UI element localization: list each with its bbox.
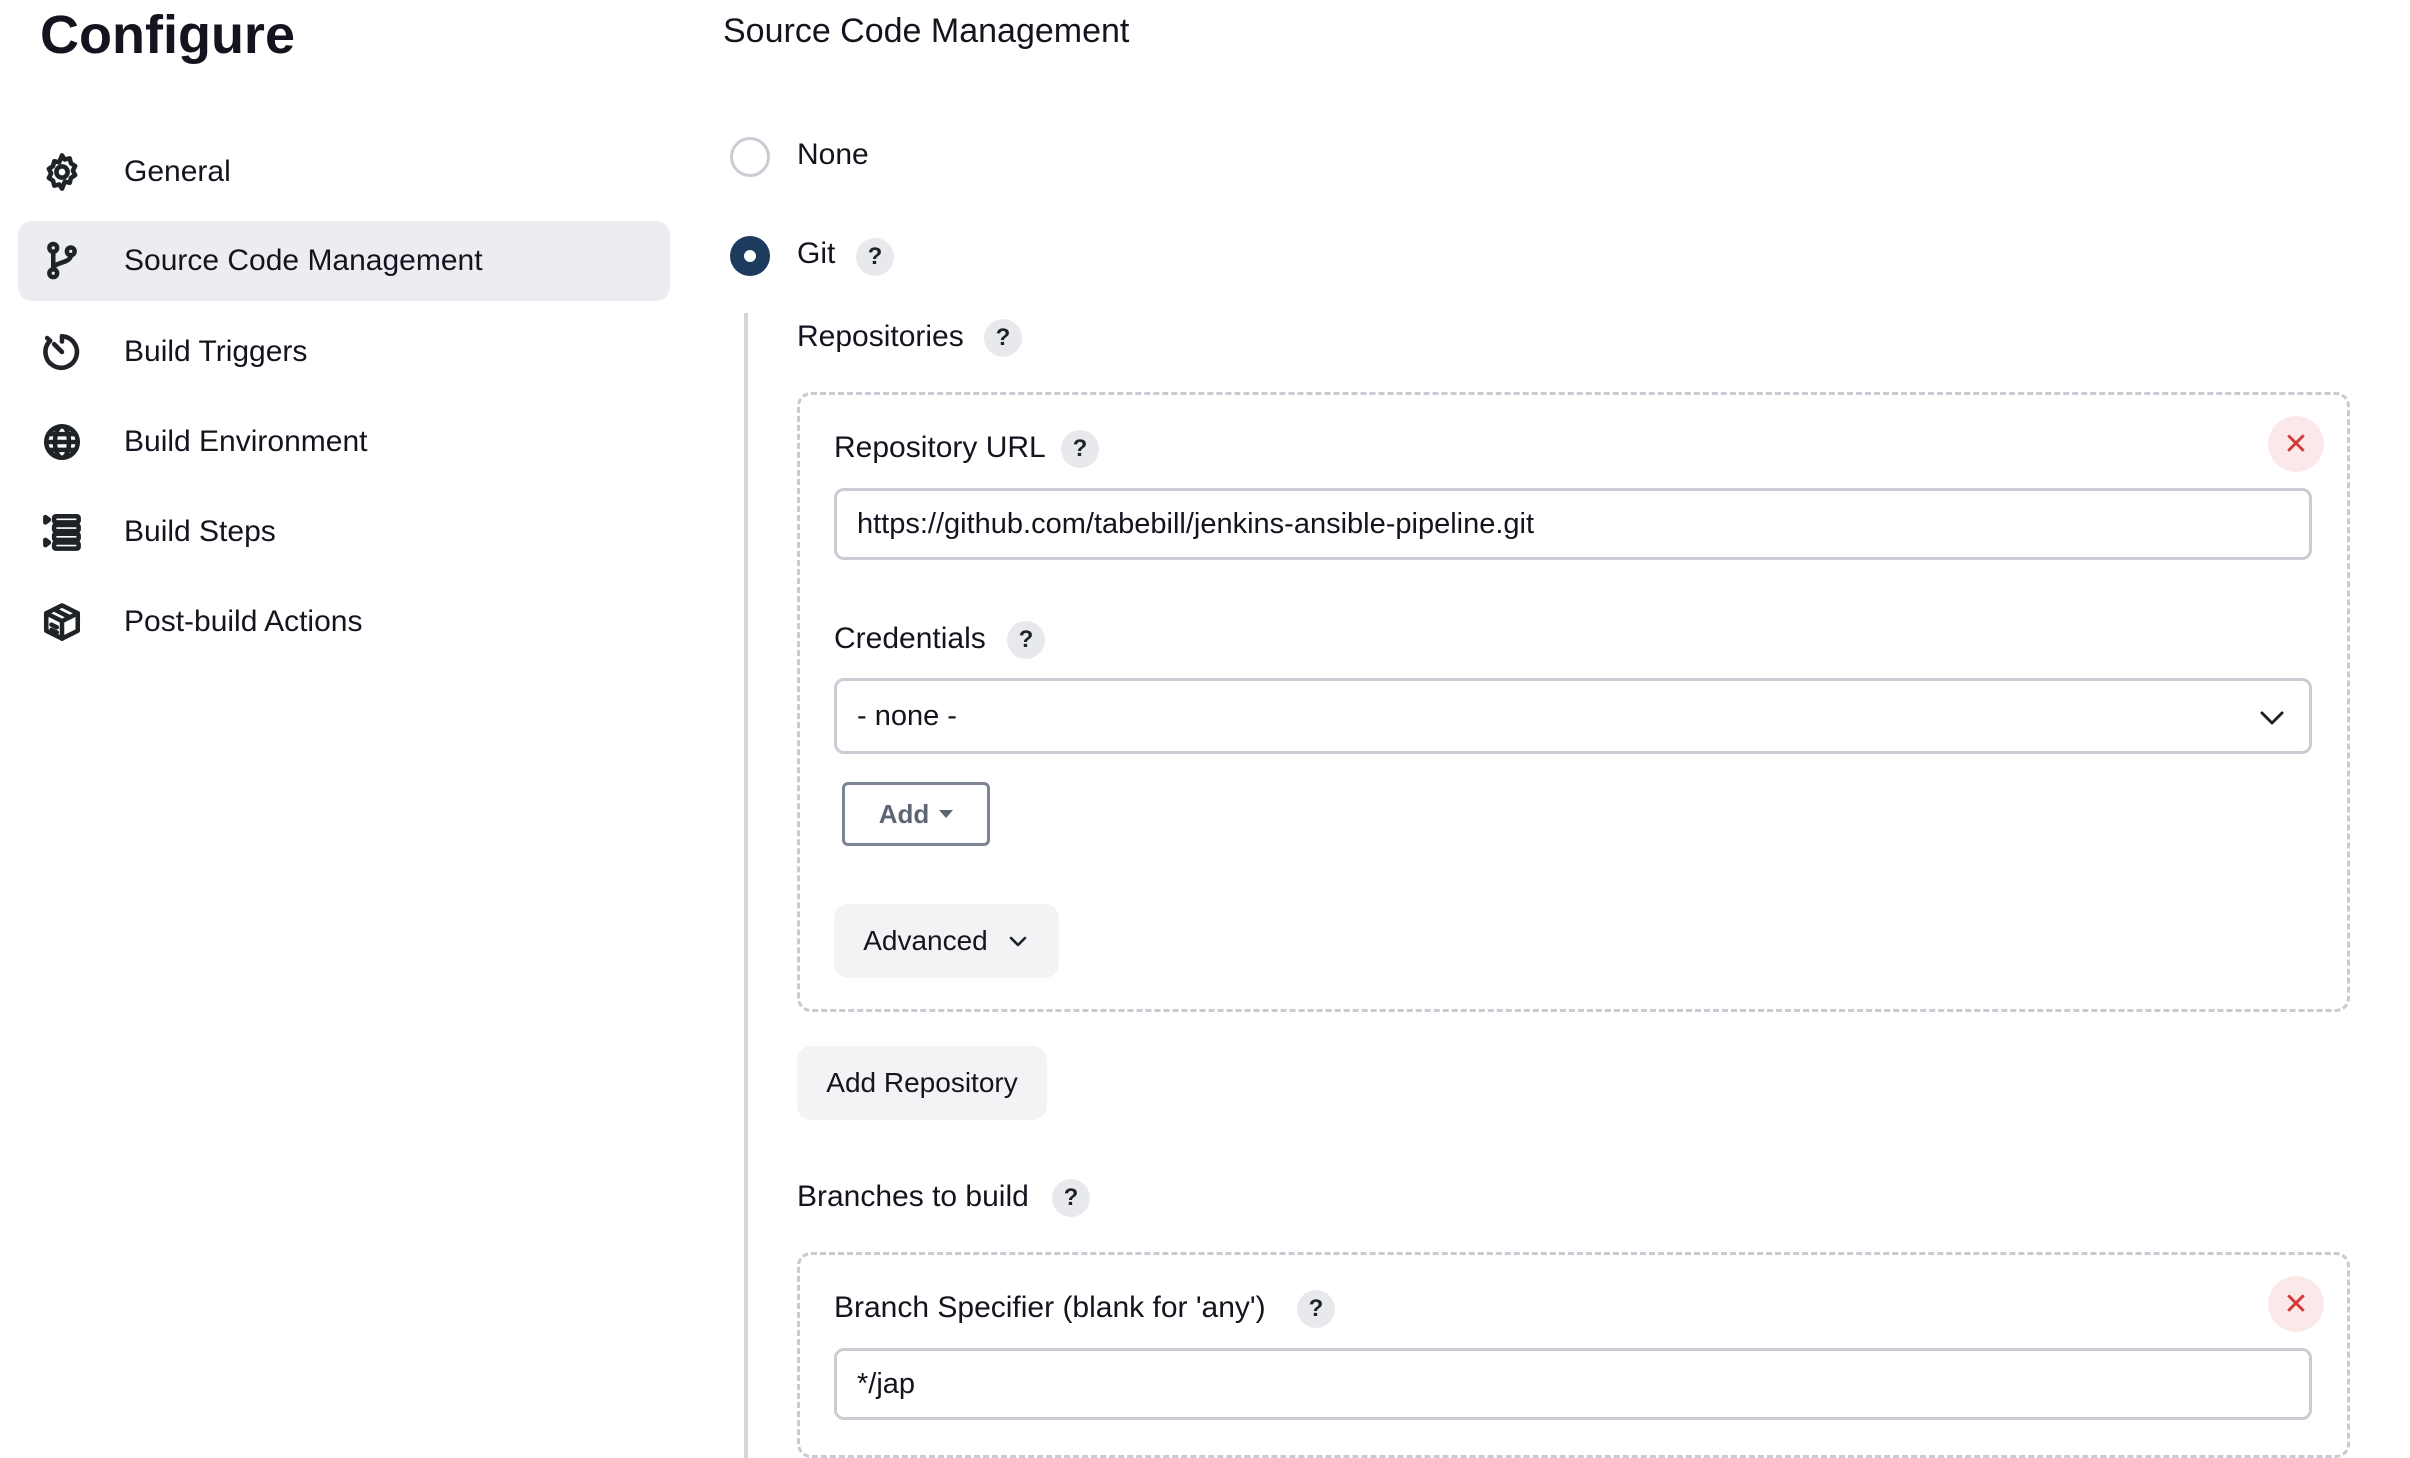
list-icon	[40, 510, 84, 554]
package-icon	[40, 600, 84, 644]
globe-icon	[40, 420, 84, 464]
scm-none-label: None	[797, 138, 869, 171]
branch-specifier-label: Branch Specifier (blank for 'any')	[834, 1291, 1266, 1324]
repositories-label: Repositories	[797, 320, 964, 353]
chevron-down-icon	[2257, 703, 2287, 741]
page-title: Configure	[40, 5, 295, 65]
credentials-selected-value: - none -	[857, 699, 957, 732]
credentials-label: Credentials	[834, 622, 986, 655]
credentials-select[interactable]: - none -	[834, 678, 2312, 754]
scm-git-radio[interactable]	[730, 236, 770, 276]
branch-specifier-help-icon[interactable]: ?	[1297, 1290, 1335, 1328]
add-credentials-label: Add	[878, 798, 930, 829]
repository-url-input[interactable]: https://github.com/tabebill/jenkins-ansi…	[834, 488, 2312, 560]
sidebar-item-label: Build Triggers	[124, 335, 308, 368]
branch-specifier-input[interactable]: */jap	[834, 1348, 2312, 1420]
section-title: Source Code Management	[723, 12, 1130, 50]
add-credentials-button[interactable]: Add	[842, 782, 990, 846]
remove-branch-button[interactable]: ✕	[2268, 1276, 2324, 1332]
chevron-down-icon	[1006, 929, 1030, 953]
credentials-help-icon[interactable]: ?	[1007, 621, 1045, 659]
advanced-button[interactable]: Advanced	[834, 904, 1059, 978]
advanced-label: Advanced	[863, 925, 988, 956]
remove-repository-button[interactable]: ✕	[2268, 416, 2324, 472]
sidebar-item-label: Build Environment	[124, 425, 368, 458]
add-repository-button[interactable]: Add Repository	[797, 1046, 1047, 1120]
scm-git-label: Git	[797, 237, 836, 270]
caret-down-icon	[939, 810, 954, 818]
sidebar-item-source-code-management[interactable]: Source Code Management	[18, 221, 670, 301]
git-options-indent-line	[744, 313, 748, 1458]
branches-label: Branches to build	[797, 1180, 1029, 1213]
scm-none-radio[interactable]	[730, 137, 770, 177]
sidebar-item-build-environment[interactable]: Build Environment	[18, 402, 670, 482]
repository-url-label: Repository URL	[834, 431, 1046, 464]
sidebar-item-label: General	[124, 155, 231, 188]
clock-icon	[40, 330, 84, 374]
git-branch-icon	[40, 239, 84, 283]
sidebar-item-label: Build Steps	[124, 515, 276, 548]
sidebar-item-general[interactable]: General	[18, 132, 670, 212]
repository-url-help-icon[interactable]: ?	[1061, 430, 1099, 468]
sidebar-item-label: Post-build Actions	[124, 605, 363, 638]
repositories-help-icon[interactable]: ?	[984, 319, 1022, 357]
sidebar-item-build-triggers[interactable]: Build Triggers	[18, 312, 670, 392]
sidebar-item-build-steps[interactable]: Build Steps	[18, 492, 670, 572]
sidebar-item-post-build-actions[interactable]: Post-build Actions	[18, 582, 670, 662]
gear-icon	[40, 150, 84, 194]
branches-help-icon[interactable]: ?	[1052, 1179, 1090, 1217]
git-help-icon[interactable]: ?	[856, 238, 894, 276]
sidebar-item-label: Source Code Management	[124, 244, 483, 277]
